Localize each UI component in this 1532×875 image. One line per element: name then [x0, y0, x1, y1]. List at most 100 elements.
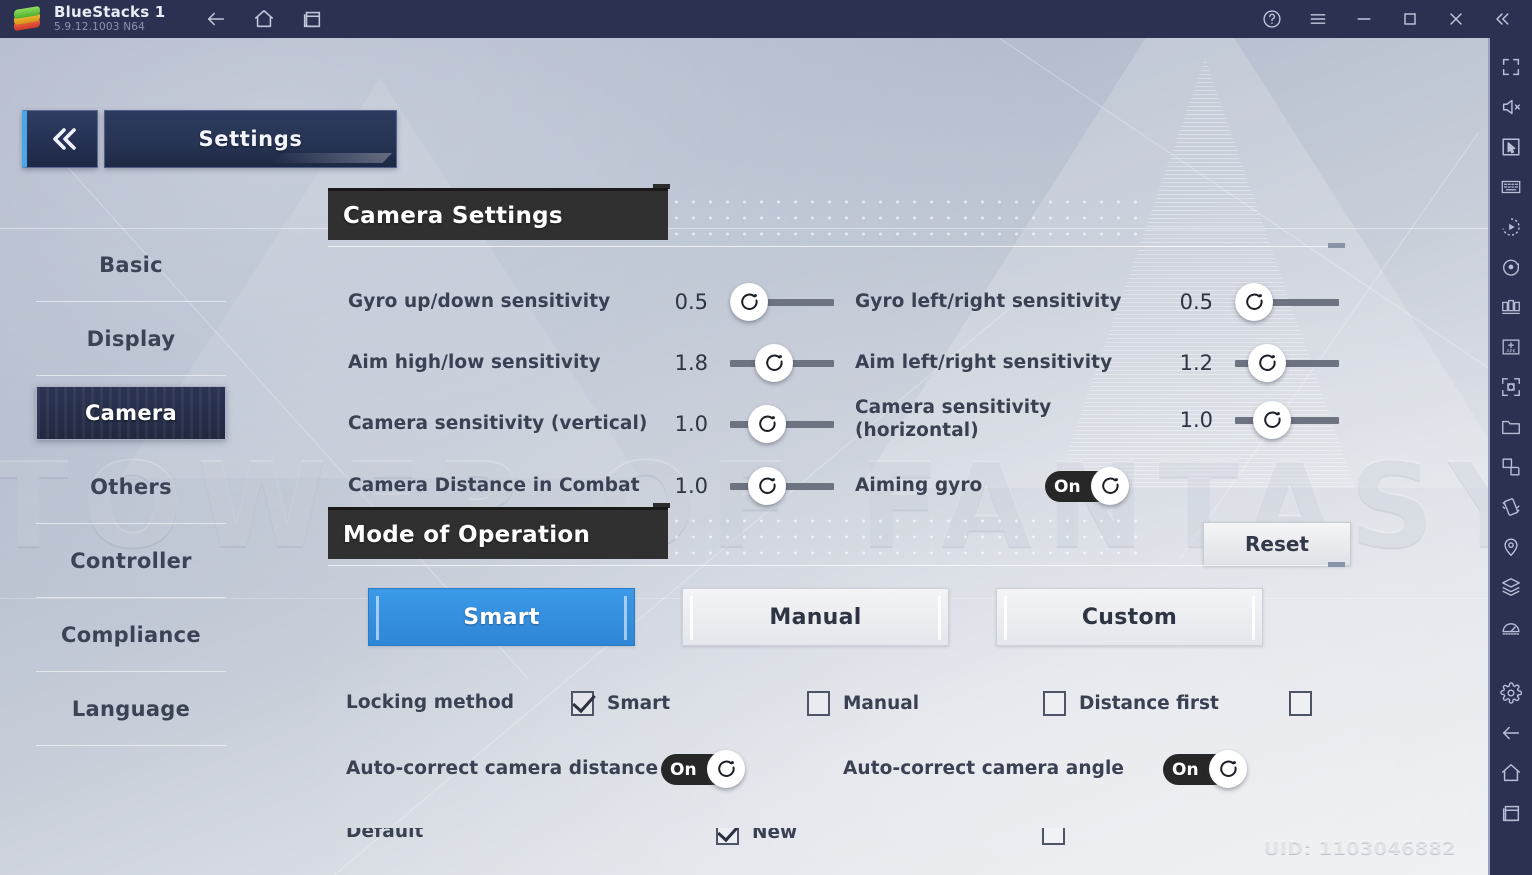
- emulator-game-viewport: TOWER OF FANTASY UID: 1103046882 Setting…: [0, 38, 1488, 875]
- mode-button-smart[interactable]: Smart: [368, 588, 635, 646]
- app-version: 5.9.12.1003 N64: [54, 20, 146, 33]
- section-title: Mode of Operation: [343, 521, 591, 548]
- sidebar-item-display[interactable]: Display: [36, 302, 226, 376]
- location-icon[interactable]: [1500, 536, 1522, 558]
- emulator-sidebar: APK: [1488, 38, 1532, 875]
- record-icon[interactable]: [1500, 256, 1522, 278]
- toggle-handle[interactable]: [1091, 467, 1129, 505]
- sidebar-item-camera[interactable]: Camera: [36, 386, 226, 440]
- back-chevron-icon: [53, 128, 76, 150]
- sidebar-item-controller[interactable]: Controller: [36, 524, 226, 598]
- settings-gear-icon[interactable]: [1500, 682, 1522, 704]
- checkbox-default[interactable]: [716, 828, 739, 845]
- setting-label: Aiming gyro: [855, 474, 983, 496]
- settings-content: Camera Settings Gyro up/down sensitivity…: [328, 184, 1358, 845]
- auto-correct-row: Auto-correct camera distance On Auto-cor…: [346, 750, 1356, 788]
- screenshot-icon[interactable]: [1500, 376, 1522, 398]
- mode-of-operation-header: Mode of Operation: [328, 503, 1358, 567]
- toggle-auto-correct-distance[interactable]: On: [661, 750, 745, 788]
- maximize-icon[interactable]: [1400, 9, 1420, 29]
- mode-button-label: Smart: [463, 604, 540, 630]
- android-back-icon[interactable]: [1500, 722, 1522, 744]
- macro-play-icon[interactable]: [1500, 216, 1522, 238]
- android-recents-icon[interactable]: [1500, 802, 1522, 824]
- setting-label: Camera sensitivity (vertical): [348, 412, 648, 434]
- performance-icon[interactable]: [1500, 616, 1522, 638]
- toggle-state-label: On: [1172, 759, 1199, 780]
- slider-handle[interactable]: [754, 344, 793, 382]
- setting-row-aim-highlow: Aim high/low sensitivity 1.8: [348, 344, 834, 382]
- slider-handle[interactable]: [747, 467, 786, 505]
- toggle-handle[interactable]: [707, 750, 745, 788]
- window-controls: [1262, 9, 1512, 29]
- back-button[interactable]: [22, 110, 98, 168]
- android-home-icon[interactable]: [1500, 762, 1522, 784]
- slider-handle[interactable]: [747, 405, 786, 443]
- checkbox-locking-extra[interactable]: [1289, 691, 1312, 716]
- camera-settings-rows: Gyro up/down sensitivity 0.5 Aim high/lo…: [328, 245, 1358, 566]
- minimize-icon[interactable]: [1354, 9, 1374, 29]
- app-title-block: BlueStacks 1 5.9.12.1003 N64: [54, 4, 165, 33]
- mode-button-group: Smart Manual Custom: [368, 588, 1263, 646]
- sidebar-item-compliance[interactable]: Compliance: [36, 598, 226, 672]
- mode-button-manual[interactable]: Manual: [682, 588, 949, 646]
- setting-label: Aim high/low sensitivity: [348, 351, 601, 373]
- setting-row-aim-leftright: Aim left/right sensitivity 1.2: [855, 344, 1355, 382]
- setting-value: 1.8: [674, 351, 708, 375]
- default-option-label: Default: [346, 828, 424, 843]
- setting-row-camera-vertical: Camera sensitivity (vertical) 1.0: [348, 405, 834, 443]
- help-icon[interactable]: [1262, 9, 1282, 29]
- checkbox-locking-manual[interactable]: [807, 691, 830, 716]
- toggle-aiming-gyro[interactable]: On: [1045, 467, 1129, 505]
- rotate-icon[interactable]: [1500, 456, 1522, 478]
- slider-camera-distance-combat[interactable]: [729, 467, 834, 505]
- checkbox-label: Distance first: [1079, 693, 1219, 714]
- cursor-icon[interactable]: [1500, 136, 1522, 158]
- fullscreen-icon[interactable]: [1500, 56, 1522, 78]
- close-icon[interactable]: [1446, 9, 1466, 29]
- checkbox-locking-smart[interactable]: [571, 691, 594, 716]
- multi-instance-icon[interactable]: [1500, 296, 1522, 318]
- setting-value: 1.0: [674, 412, 708, 436]
- toggle-auto-correct-angle[interactable]: On: [1163, 750, 1247, 788]
- sidebar-item-language[interactable]: Language: [36, 672, 226, 746]
- slider-aim-highlow[interactable]: [729, 344, 834, 382]
- mode-button-custom[interactable]: Custom: [996, 588, 1263, 646]
- recents-icon[interactable]: [301, 8, 323, 30]
- locking-method-label: Locking method: [346, 692, 515, 714]
- setting-label: Camera sensitivity (horizontal): [855, 397, 1052, 441]
- slider-gyro-leftright[interactable]: [1235, 283, 1339, 321]
- back-icon[interactable]: [205, 8, 227, 30]
- setting-value: 1.0: [1179, 407, 1213, 432]
- setting-value: 1.0: [674, 474, 708, 498]
- slider-handle[interactable]: [1235, 283, 1273, 321]
- collapse-icon[interactable]: [1492, 9, 1512, 29]
- sidebar-item-label: Camera: [84, 401, 178, 425]
- section-underline: [328, 562, 1345, 567]
- sidebar-item-label: Display: [86, 326, 176, 351]
- mute-icon[interactable]: [1500, 96, 1522, 118]
- toggle-handle[interactable]: [1209, 750, 1247, 788]
- slider-camera-horizontal[interactable]: [1235, 400, 1339, 439]
- settings-header-banner: Settings: [104, 110, 397, 168]
- auto-correct-angle-label: Auto-correct camera angle: [843, 757, 1125, 779]
- checkbox-new[interactable]: [1042, 828, 1065, 845]
- install-apk-icon[interactable]: APK: [1500, 336, 1522, 358]
- sidebar-item-others[interactable]: Others: [36, 450, 226, 524]
- layers-icon[interactable]: [1500, 576, 1522, 598]
- slider-handle[interactable]: [1253, 400, 1291, 439]
- media-folder-icon[interactable]: [1500, 416, 1522, 438]
- sidebar-item-basic[interactable]: Basic: [36, 228, 226, 302]
- slider-aim-leftright[interactable]: [1235, 344, 1339, 382]
- slider-handle[interactable]: [1248, 344, 1286, 382]
- menu-icon[interactable]: [1308, 9, 1328, 29]
- slider-camera-vertical[interactable]: [729, 405, 834, 443]
- home-icon[interactable]: [253, 8, 275, 30]
- shake-icon[interactable]: [1500, 496, 1522, 518]
- checkbox-locking-distance-first[interactable]: [1043, 691, 1066, 716]
- new-option-label: New: [752, 828, 798, 843]
- checkbox-label: Manual: [843, 693, 920, 714]
- slider-handle[interactable]: [729, 283, 768, 321]
- keyboard-icon[interactable]: [1500, 176, 1522, 198]
- slider-gyro-updown[interactable]: [729, 283, 834, 321]
